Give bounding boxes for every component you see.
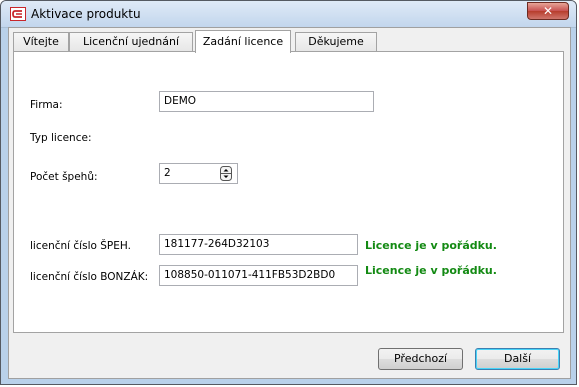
tab-label: Zadání licence bbox=[202, 35, 284, 48]
title-bar[interactable]: Aktivace produktu ✕ bbox=[1, 1, 576, 28]
close-button[interactable]: ✕ bbox=[527, 2, 569, 20]
app-logo-icon bbox=[10, 7, 26, 21]
tab-label: Vítejte bbox=[23, 35, 59, 48]
firma-label: Firma: bbox=[30, 99, 63, 111]
typ-licence-label: Typ licence: bbox=[30, 132, 92, 144]
tab-label: Děkujeme bbox=[308, 35, 364, 48]
pocet-spehu-label: Počet špehů: bbox=[30, 171, 98, 183]
tab-dekujeme[interactable]: Děkujeme bbox=[295, 32, 377, 52]
lic-speh-label: licenční číslo ŠPEH. bbox=[30, 240, 131, 252]
tab-vitejte[interactable]: Vítejte bbox=[13, 32, 69, 52]
activation-dialog: Aktivace produktu ✕ Vítejte Licenční uje… bbox=[0, 0, 577, 385]
license-entry-panel: Firma: DEMO Typ licence: Počet špehů: 2 … bbox=[13, 51, 564, 333]
lic-bonzak-label: licenční číslo BONZÁK: bbox=[30, 271, 149, 283]
lic-bonzak-input[interactable]: 108850-011071-411FB53D2BD0 bbox=[159, 265, 358, 286]
window-title: Aktivace produktu bbox=[31, 7, 141, 21]
tab-zadani-licence[interactable]: Zadání licence bbox=[195, 30, 291, 53]
previous-button[interactable]: Předchozí bbox=[378, 348, 463, 370]
pocet-spehu-stepper[interactable]: 2 bbox=[159, 163, 238, 184]
next-button[interactable]: Další bbox=[475, 348, 560, 370]
dialog-client-area: Vítejte Licenční ujednání Zadání licence… bbox=[8, 27, 571, 379]
lic-speh-input[interactable]: 181177-264D32103 bbox=[159, 234, 358, 255]
tab-label: Licenční ujednání bbox=[82, 35, 180, 48]
lic-speh-status: Licence je v pořádku. bbox=[365, 239, 497, 252]
spin-up-down-icon[interactable] bbox=[220, 166, 232, 181]
tab-licencni-ujednani[interactable]: Licenční ujednání bbox=[69, 32, 193, 52]
firma-input[interactable]: DEMO bbox=[159, 91, 374, 112]
close-icon: ✕ bbox=[542, 4, 554, 18]
lic-bonzak-status: Licence je v pořádku. bbox=[365, 264, 497, 277]
pocet-spehu-value: 2 bbox=[164, 167, 171, 179]
